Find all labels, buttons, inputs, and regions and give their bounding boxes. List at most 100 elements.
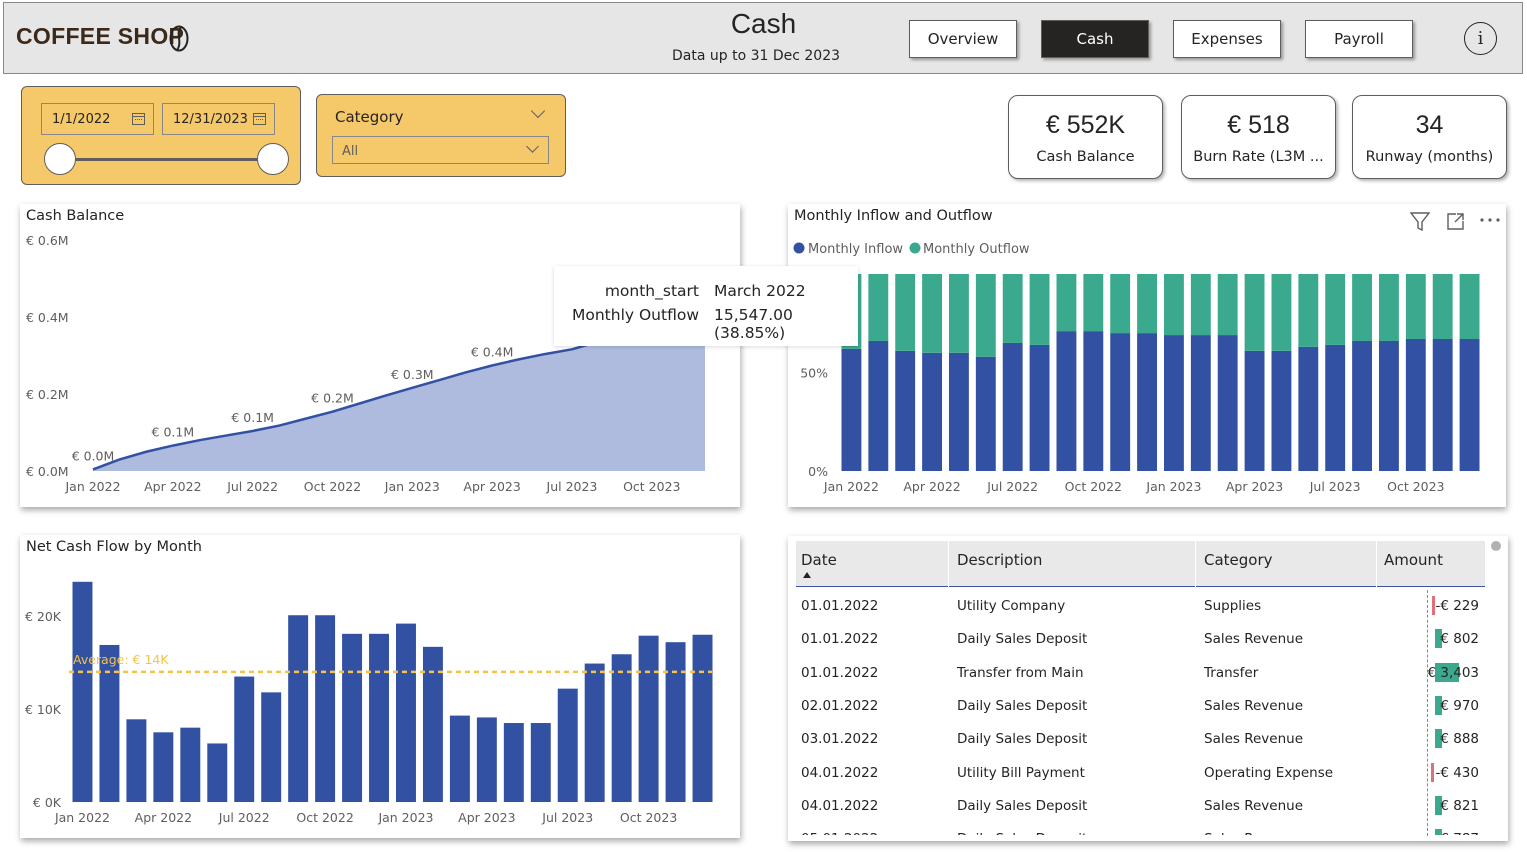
date-slider-start-handle[interactable] <box>44 143 76 175</box>
table-row[interactable]: 02.01.2022 Daily Sales Deposit Sales Reven… <box>796 692 1485 725</box>
column-header-description[interactable]: Description <box>957 551 1042 569</box>
table-row[interactable]: 04.01.2022 Utility Bill Payment Operating … <box>796 759 1485 792</box>
cell-date: 01.01.2022 <box>801 664 879 681</box>
tooltip-key: Monthly Outflow <box>571 306 699 324</box>
column-divider[interactable] <box>948 541 949 587</box>
sort-ascending-icon[interactable] <box>803 572 811 578</box>
cell-date: 05.01.2022 <box>801 831 878 835</box>
cell-category: Sales Revenue <box>1204 631 1304 648</box>
category-dropdown[interactable]: All <box>332 136 549 164</box>
cell-category: Sales Revenue <box>1204 797 1304 814</box>
tooltip-value: 15,547.00 (38.85%) <box>714 306 793 342</box>
info-icon[interactable]: i <box>1464 22 1497 55</box>
net-cash-flow-bar <box>557 688 578 802</box>
transactions-table-panel[interactable]: Date Description Category Amount 01.01.2… <box>788 536 1508 841</box>
inflow-bar <box>1163 335 1184 471</box>
kpi-burn-rate: € 518 Burn Rate (L3M ... <box>1181 95 1336 179</box>
net-cash-flow-chart[interactable]: € 0K € 10K € 20K Average: € 14K Jan 2022 Apr … <box>20 535 740 838</box>
focus-mode-icon[interactable] <box>1447 213 1464 230</box>
cash-balance-chart-panel[interactable]: Cash Balance € 0.0M € 0.2M € 0.4M € 0.6M € 0… <box>20 204 740 507</box>
cash-balance-chart[interactable]: € 0.0M € 0.2M € 0.4M € 0.6M € 0.0M € 0.1M € 0.… <box>20 204 740 507</box>
column-header-category[interactable]: Category <box>1204 551 1273 569</box>
net-cash-flow-bar <box>234 676 255 802</box>
outflow-bar <box>975 274 996 357</box>
inflow-bar <box>1459 339 1480 471</box>
table-row[interactable]: 03.01.2022 Daily Sales Deposit Sales Reven… <box>796 725 1485 758</box>
start-date-input[interactable]: 1/1/2022 <box>41 103 154 135</box>
inflow-bar <box>1056 331 1077 471</box>
cell-date: 03.01.2022 <box>801 731 879 748</box>
table-scrollbar[interactable] <box>1491 541 1501 551</box>
legend-outflow-marker <box>909 242 921 254</box>
inflow-bar <box>1271 350 1292 471</box>
chevron-down-icon[interactable] <box>530 103 546 119</box>
kpi-runway: 34 Runway (months) <box>1352 95 1507 179</box>
net-cash-flow-bar <box>449 715 470 802</box>
nav-payroll-button[interactable]: Payroll <box>1305 20 1413 58</box>
nav-cash-button[interactable]: Cash <box>1041 20 1149 58</box>
data-label: € 0.0M <box>72 448 115 463</box>
net-cash-flow-chart-panel[interactable]: Net Cash Flow by Month € 0K € 10K € 20K Ave… <box>20 535 740 838</box>
x-tick-label: Jul 2023 <box>546 479 598 494</box>
net-cash-flow-bar <box>180 727 201 802</box>
legend-inflow-label: Monthly Inflow <box>808 242 903 257</box>
more-options-icon[interactable] <box>1496 218 1500 222</box>
chart-tooltip: month_start March 2022 Monthly Outflow 1… <box>554 266 858 346</box>
outflow-bar <box>1432 274 1453 340</box>
nav-overview-button[interactable]: Overview <box>909 20 1017 58</box>
column-header-amount[interactable]: Amount <box>1384 551 1443 569</box>
outflow-bar <box>1298 274 1319 347</box>
cell-date: 01.01.2022 <box>801 631 879 648</box>
net-cash-flow-bar <box>422 646 443 802</box>
table-row[interactable]: 01.01.2022 Transfer from Main Transfer € 3,… <box>796 659 1485 692</box>
cell-date: 04.01.2022 <box>801 764 879 781</box>
inflow-bar <box>1244 350 1265 471</box>
category-selected-value: All <box>342 144 359 159</box>
inflow-bar <box>1190 335 1211 471</box>
column-divider[interactable] <box>1376 541 1377 587</box>
cell-category: Operating Expense <box>1204 764 1334 781</box>
legend-inflow-marker <box>793 242 805 254</box>
cell-amount: -€ 430 <box>1435 764 1479 781</box>
end-date-input[interactable]: 12/31/2023 <box>162 103 275 135</box>
net-cash-flow-bar <box>530 723 551 802</box>
column-divider[interactable] <box>1195 541 1196 587</box>
cell-description: Daily Sales Deposit <box>957 697 1088 714</box>
filter-icon[interactable] <box>1409 212 1431 232</box>
inflow-bar <box>1083 331 1104 471</box>
table-row[interactable]: 01.01.2022 Utility Company Supplies -€ 229 <box>796 592 1485 625</box>
x-tick-label: Apr 2023 <box>1226 479 1283 494</box>
average-line-label: Average: € 14K <box>73 652 169 667</box>
date-slider-end-handle[interactable] <box>257 143 289 175</box>
inflow-outflow-chart[interactable]: Monthly Inflow Monthly Outflow 0% 50% Jan 20… <box>788 204 1506 507</box>
calendar-icon[interactable] <box>132 113 145 125</box>
outflow-bar <box>868 274 889 341</box>
table-row[interactable]: 05.01.2022 Daily Sales Deposit Sales Reven… <box>796 825 1485 835</box>
x-tick-label: Apr 2022 <box>903 479 960 494</box>
data-label: € 0.2M <box>311 391 354 406</box>
more-options-icon[interactable] <box>1480 218 1484 222</box>
net-cash-flow-bar <box>584 663 605 802</box>
cell-category: Sales Revenue <box>1204 697 1304 714</box>
outflow-bar <box>948 274 969 353</box>
transactions-table[interactable]: Date Description Category Amount 01.01.2… <box>788 536 1508 835</box>
x-tick-label: Oct 2022 <box>304 479 361 494</box>
net-cash-flow-bar <box>72 581 93 802</box>
data-label: € 0.3M <box>391 367 434 382</box>
date-slider-track[interactable] <box>60 158 273 161</box>
outflow-bar <box>895 274 916 351</box>
x-tick-label: Jul 2022 <box>218 810 270 825</box>
cell-amount: € 787 <box>1440 831 1479 835</box>
calendar-icon[interactable] <box>253 113 266 125</box>
category-slicer-title: Category <box>335 108 404 126</box>
more-options-icon[interactable] <box>1488 218 1492 222</box>
outflow-bar <box>1002 274 1023 343</box>
nav-expenses-button[interactable]: Expenses <box>1173 20 1281 58</box>
table-row[interactable]: 04.01.2022 Daily Sales Deposit Sales Reven… <box>796 792 1485 825</box>
column-header-date[interactable]: Date <box>801 551 837 569</box>
table-row[interactable]: 01.01.2022 Daily Sales Deposit Sales Reven… <box>796 625 1485 658</box>
inflow-outflow-chart-panel[interactable]: Monthly Inflow and Outflow Monthly Inflo… <box>788 204 1506 507</box>
cell-category: Supplies <box>1204 598 1262 614</box>
inflow-bar <box>1137 333 1158 471</box>
end-date-value: 12/31/2023 <box>173 112 248 127</box>
